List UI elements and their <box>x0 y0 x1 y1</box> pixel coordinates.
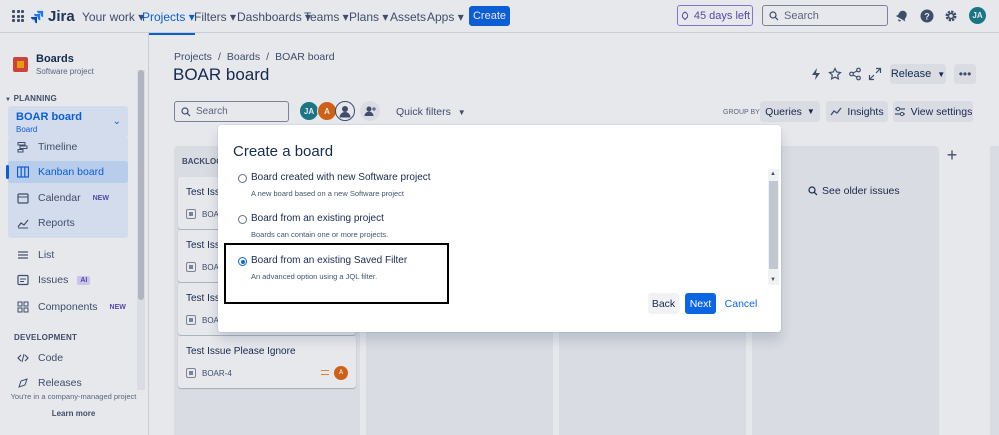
radio-new-software-project[interactable] <box>238 174 247 183</box>
dialog-title: Create a board <box>233 143 334 160</box>
radio-existing-project[interactable] <box>238 215 247 224</box>
option-description: Boards can contain one or more projects. <box>251 230 389 239</box>
next-button[interactable]: Next <box>685 293 716 314</box>
option-description: A new board based on a new Software proj… <box>251 189 405 198</box>
selection-highlight-box <box>224 243 449 304</box>
scroll-down-arrow-icon[interactable]: ▼ <box>770 277 776 283</box>
dialog-scrollbar-thumb[interactable] <box>769 181 778 269</box>
scroll-up-arrow-icon[interactable]: ▲ <box>770 171 776 177</box>
cancel-button[interactable]: Cancel <box>722 293 760 314</box>
back-button[interactable]: Back <box>648 293 679 314</box>
create-board-dialog: Create a board Board created with new So… <box>218 125 781 332</box>
option-label: Board from an existing project <box>251 213 384 224</box>
option-label: Board created with new Software project <box>251 172 431 183</box>
dialog-scrollbar[interactable]: ▲ ▼ <box>768 169 779 285</box>
